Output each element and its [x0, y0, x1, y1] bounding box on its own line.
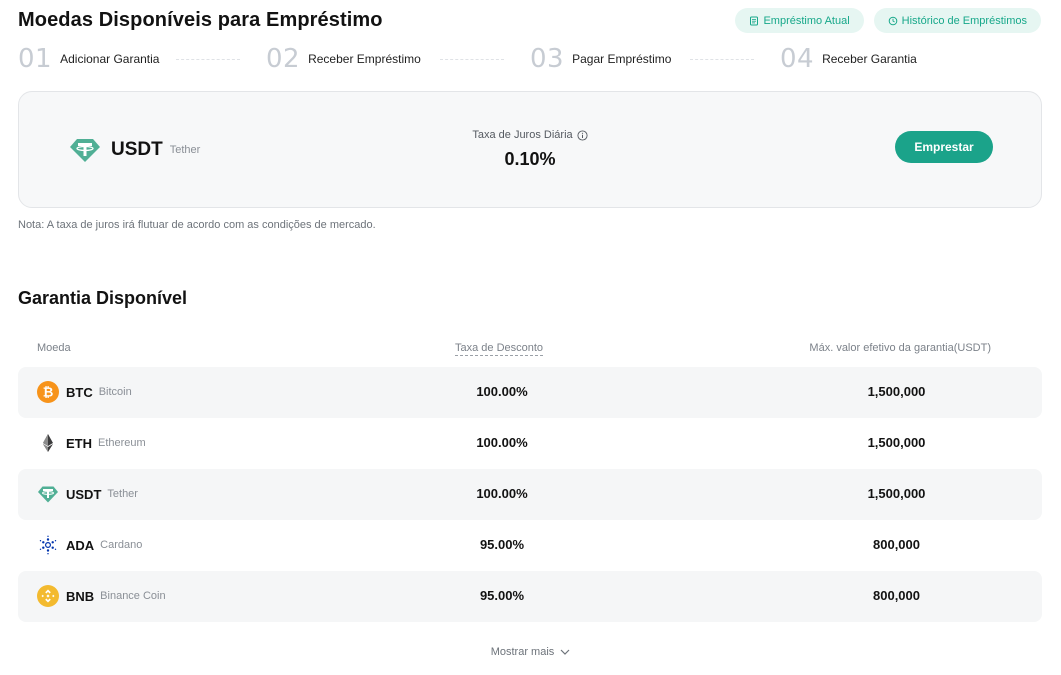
collateral-table-header: Moeda Taxa de Desconto Máx. valor efetiv…: [18, 340, 1042, 360]
coin-symbol: USDT: [66, 486, 102, 502]
document-icon: [750, 16, 759, 25]
coin-symbol: ADA: [66, 537, 95, 553]
table-row: BNB Binance Coin 95.00% 800,000: [18, 571, 1042, 622]
coin-cell: ₿ BTC Bitcoin: [37, 381, 132, 403]
tether-icon: [38, 486, 58, 503]
current-loan-button[interactable]: Empréstimo Atual: [735, 8, 864, 33]
info-icon[interactable]: [577, 129, 588, 141]
binance-coin-icon: [37, 585, 59, 607]
step-label: Adicionar Garantia: [60, 52, 160, 66]
max-collateral-value: 1,500,000: [867, 486, 926, 501]
max-collateral-value: 1,500,000: [867, 435, 926, 450]
page-title: Moedas Disponíveis para Empréstimo: [18, 9, 383, 31]
interest-rate-block: Taxa de Juros Diária 0.10%: [19, 125, 1041, 170]
discount-rate: 95.00%: [479, 588, 525, 603]
cardano-icon: [39, 535, 57, 555]
top-actions: Empréstimo Atual Histórico de Empréstimo…: [735, 8, 1041, 33]
history-icon: [888, 16, 897, 25]
table-row: USDT Tether 100.00% 1,500,000: [18, 469, 1042, 520]
step-1: 01 Adicionar Garantia: [18, 44, 159, 74]
coin-name: Bitcoin: [98, 386, 132, 398]
chevron-down-icon: [560, 649, 570, 655]
loan-steps: 01 Adicionar Garantia 02 Receber Emprést…: [18, 44, 928, 74]
borrow-button[interactable]: Emprestar: [895, 131, 993, 163]
coin-cell: ETH Ethereum: [37, 432, 146, 454]
interest-rate-value: 0.10%: [504, 149, 556, 169]
step-label: Receber Empréstimo: [308, 52, 421, 66]
column-header-max-value: Máx. valor efetivo da garantia(USDT): [809, 342, 991, 354]
column-header-coin: Moeda: [37, 342, 71, 354]
svg-text:₿: ₿: [43, 386, 54, 401]
discount-rate: 100.00%: [476, 435, 528, 450]
bitcoin-icon: ₿: [37, 381, 59, 403]
coin-name: Ethereum: [98, 437, 146, 449]
coin-cell: ADA Cardano: [37, 534, 142, 556]
step-2: 02 Receber Empréstimo: [266, 44, 421, 74]
table-row: ₿ BTC Bitcoin 100.00% 1,500,000: [18, 367, 1042, 418]
interest-rate-label-row: Taxa de Juros Diária: [472, 129, 588, 141]
step-number: 01: [18, 44, 53, 74]
coin-name: Tether: [107, 488, 138, 500]
show-more-link[interactable]: Mostrar mais: [0, 646, 1061, 658]
coin-name: Cardano: [100, 539, 143, 551]
coin-symbol: ETH: [66, 435, 92, 451]
table-row: ADA Cardano 95.00% 800,000: [18, 520, 1042, 571]
ethereum-icon: [43, 434, 53, 452]
coin-cell: BNB Binance Coin: [37, 585, 166, 607]
max-collateral-value: 1,500,000: [867, 384, 926, 399]
collateral-section-title: Garantia Disponível: [18, 288, 188, 308]
step-3: 03 Pagar Empréstimo: [530, 44, 671, 74]
coin-name: Binance Coin: [100, 590, 166, 602]
loan-history-label: Histórico de Empréstimos: [901, 14, 1027, 27]
interest-rate-label: Taxa de Juros Diária: [472, 129, 573, 141]
step-number: 03: [530, 44, 565, 74]
loan-coin-card: USDT Tether Taxa de Juros Diária 0.10% E…: [18, 91, 1042, 208]
discount-rate: 95.00%: [479, 537, 525, 552]
step-number: 04: [780, 44, 815, 74]
coin-symbol: BNB: [66, 588, 95, 604]
table-row: ETH Ethereum 100.00% 1,500,000: [18, 418, 1042, 469]
step-divider: [440, 59, 504, 60]
column-header-discount[interactable]: Taxa de Desconto: [455, 342, 544, 356]
step-number: 02: [266, 44, 301, 74]
show-more-label: Mostrar mais: [490, 646, 555, 658]
discount-rate: 100.00%: [476, 486, 528, 501]
step-divider: [690, 59, 754, 60]
step-divider: [176, 59, 240, 60]
collateral-table: ₿ BTC Bitcoin 100.00% 1,500,000 ETH Ethe…: [18, 367, 1042, 622]
loan-history-button[interactable]: Histórico de Empréstimos: [873, 8, 1041, 33]
coin-cell: USDT Tether: [37, 483, 138, 505]
discount-rate: 100.00%: [476, 384, 528, 399]
step-label: Receber Garantia: [822, 52, 917, 66]
step-label: Pagar Empréstimo: [572, 52, 672, 66]
max-collateral-value: 800,000: [873, 537, 920, 552]
interest-note: Nota: A taxa de juros irá flutuar de aco…: [18, 219, 376, 231]
coin-symbol: BTC: [66, 384, 93, 400]
step-4: 04 Receber Garantia: [780, 44, 917, 74]
current-loan-label: Empréstimo Atual: [763, 14, 850, 27]
max-collateral-value: 800,000: [873, 588, 920, 603]
